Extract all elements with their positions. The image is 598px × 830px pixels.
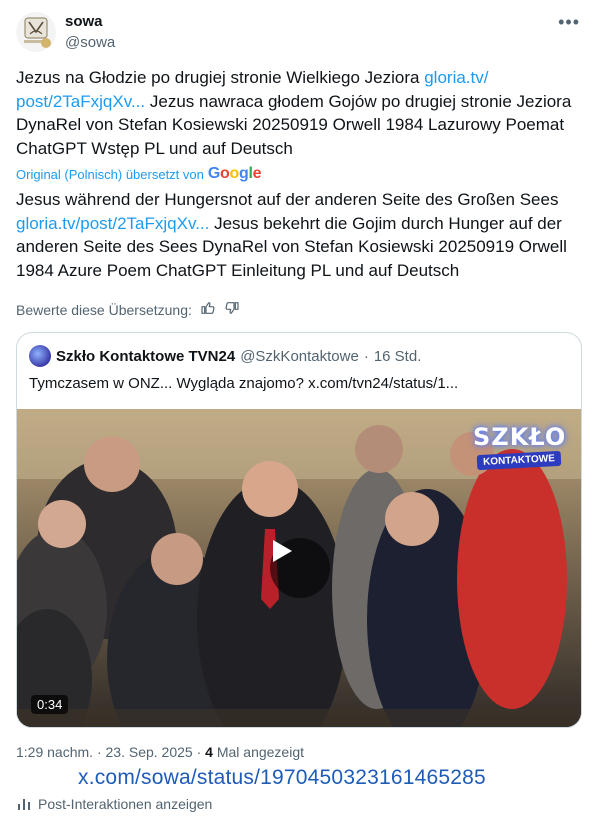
tweet-link-part[interactable]: post/2TaFxjqXv... [16,92,145,111]
translation-label[interactable]: Original (Polnisch) übersetzt von [16,167,204,182]
rate-label: Bewerte diese Übersetzung: [16,301,192,318]
thumbs-down-icon[interactable] [224,300,240,319]
author-handle[interactable]: @sowa [65,34,115,51]
rate-translation: Bewerte diese Übersetzung: [16,300,240,319]
more-icon[interactable]: ••• [558,12,580,33]
video-player[interactable]: SZKŁO KONTAKTOWE 0:34 [17,409,581,727]
separator-dot: · [363,347,369,365]
watermark-subtitle: KONTAKTOWE [476,450,562,471]
view-count-label: Mal angezeigt [212,744,305,760]
analytics-icon [18,799,30,810]
translated-text: Jesus während der Hungersnot auf der and… [16,188,586,282]
translated-text-part: Jesus während der Hungersnot auf der and… [16,190,559,209]
thumbs-up-icon[interactable] [200,300,216,319]
tweet-link-part[interactable]: gloria.tv/ [424,68,488,87]
post-interactions-link[interactable]: Post-Interaktionen anzeigen [16,796,212,812]
quoted-time[interactable]: 16 Std. [374,348,422,365]
google-logo: Google [207,165,262,183]
post-date[interactable]: 23. Sep. 2025 [106,744,193,760]
google-letter: o [220,165,230,182]
quoted-avatar[interactable] [29,345,51,367]
tweet-meta: 1:29 nachm. · 23. Sep. 2025 · 4 Mal ange… [16,744,304,760]
quoted-tweet[interactable]: Szkło Kontaktowe TVN24 @SzkKontaktowe · … [16,332,582,728]
watermark-title: SZKŁO [473,423,567,451]
author-name[interactable]: sowa [65,13,103,30]
translated-link[interactable]: gloria.tv/post/2TaFxjqXv... [16,214,209,233]
post-interactions-label[interactable]: Post-Interaktionen anzeigen [38,796,212,812]
quoted-tweet-header: Szkło Kontaktowe TVN24 @SzkKontaktowe · … [29,345,421,367]
tweet-text: Jezus na Głodzie po drugiej stronie Wiel… [16,66,586,160]
play-icon[interactable] [270,538,294,564]
meta-separator: · [192,744,206,760]
post-time[interactable]: 1:29 nachm. [16,744,93,760]
channel-watermark: SZKŁO KONTAKTOWE [473,421,565,475]
author-avatar[interactable] [16,12,56,52]
video-duration: 0:34 [31,695,69,714]
view-count: 4 [205,744,213,760]
status-url: x.com/sowa/status/1970450323161465285 [78,766,486,789]
meta-separator: · [93,744,106,760]
tweet-text-part: Jezus na Głodzie po drugiej stronie Wiel… [16,68,425,87]
google-letter: G [207,165,221,182]
tweet-header: sowa @sowa ••• [16,10,586,54]
google-letter: o [229,165,240,182]
quoted-author-handle[interactable]: @SzkKontaktowe [240,348,359,365]
quoted-author-name[interactable]: Szkło Kontaktowe TVN24 [56,348,235,365]
quoted-text: Tymczasem w ONZ... Wygląda znajomo? x.co… [29,375,459,392]
google-letter: e [252,165,262,182]
translation-attribution[interactable]: Original (Polnisch) übersetzt von Google [16,165,262,183]
play-button[interactable] [270,538,330,598]
